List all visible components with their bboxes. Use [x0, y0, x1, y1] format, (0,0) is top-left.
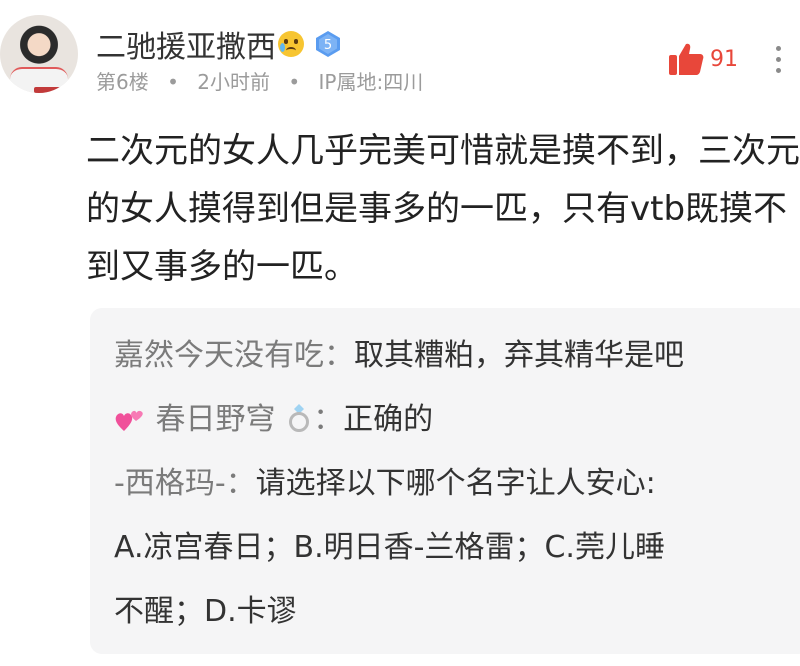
more-vertical-icon[interactable]: [776, 46, 782, 76]
like-count: 91: [710, 46, 738, 72]
reply-item[interactable]: 春日野穹 ：正确的: [114, 394, 433, 438]
reply-item[interactable]: -西格玛-：请选择以下哪个名字让人安心:: [114, 458, 656, 502]
meta-separator: •: [288, 70, 301, 94]
reply-text-line: A.凉宫春日；B.明日香-兰格雷；C.莞儿睡: [114, 530, 665, 565]
reply-item[interactable]: 嘉然今天没有吃：取其糟粕，弃其精华是吧: [114, 330, 684, 374]
reply-separator: ：: [324, 338, 354, 373]
reply-username[interactable]: 春日野穹: [156, 402, 276, 437]
ring-emoji-icon: [289, 404, 310, 432]
floor-number: 第6楼: [96, 70, 149, 94]
reply-list[interactable]: 嘉然今天没有吃：取其糟粕，弃其精华是吧 春日野穹 ：正确的 -西格玛-：请选择以…: [90, 308, 800, 654]
level-diamond-icon: 5: [316, 31, 340, 57]
reply-text: 请选择以下哪个名字让人安心:: [255, 466, 656, 501]
reply-text: 取其糟粕，弃其精华是吧: [354, 338, 684, 373]
post-time: 2小时前: [197, 70, 270, 94]
username[interactable]: 二驰援亚撒西: [96, 22, 276, 66]
reply-text: 正确的: [343, 402, 434, 437]
reply-separator: ：: [313, 402, 344, 437]
reply-separator: ：: [225, 466, 256, 501]
two-hearts-emoji-icon: [115, 410, 143, 431]
level-number: 5: [324, 38, 332, 53]
reply-username[interactable]: 嘉然今天没有吃: [114, 338, 324, 373]
user-avatar[interactable]: [0, 15, 78, 93]
reply-text-line: 不醒；D.卡谬: [114, 594, 297, 629]
post-content: 二次元的女人几乎完美可惜就是摸不到，三次元的女人摸得到但是事多的一匹，只有vtb…: [86, 131, 800, 287]
username-row: 二驰援亚撒西 5: [96, 22, 342, 66]
meta-separator: •: [167, 70, 179, 94]
avatar-shirt: [10, 67, 68, 93]
ip-location: IP属地:四川: [318, 70, 424, 94]
reply-username[interactable]: -西格玛-: [114, 466, 226, 501]
thumbs-up-icon: [669, 43, 704, 75]
like-button[interactable]: 91: [668, 42, 738, 76]
post-meta: 第6楼 • 2小时前 • IP属地:四川: [96, 66, 423, 95]
crying-face-emoji-icon: [278, 31, 304, 57]
